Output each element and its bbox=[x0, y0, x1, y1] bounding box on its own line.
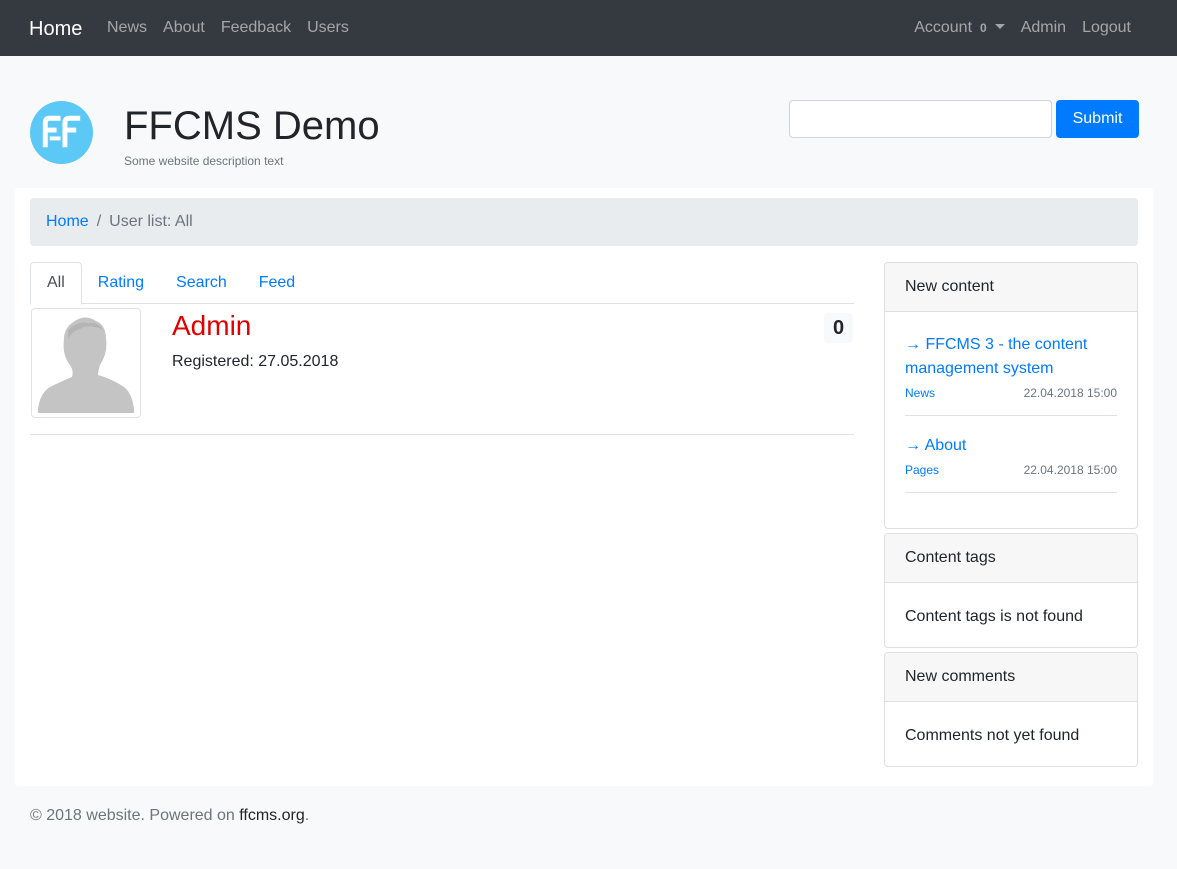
user-name-link[interactable]: Admin bbox=[172, 310, 251, 342]
nav-link-logout[interactable]: Logout bbox=[1082, 18, 1131, 38]
list-item: Admin Registered: 27.05.2018 0 bbox=[30, 308, 854, 435]
footer: © 2018 website. Powered on ffcms.org. bbox=[30, 806, 309, 826]
caret-down-icon bbox=[994, 24, 1005, 29]
account-badge: 0 bbox=[980, 21, 987, 35]
breadcrumb: Home / User list: All bbox=[30, 198, 1138, 246]
nav-link-users[interactable]: Users bbox=[307, 18, 349, 38]
user-silhouette-icon bbox=[38, 317, 134, 413]
user-list-tabs: All Rating Search Feed bbox=[30, 262, 854, 305]
account-dropdown[interactable]: Account 0 bbox=[914, 18, 1005, 38]
news-item-category[interactable]: Pages bbox=[905, 460, 939, 480]
new-content-card: New content → FFCMS 3 - the content mana… bbox=[884, 262, 1138, 529]
account-label: Account bbox=[914, 19, 973, 36]
new-content-header: New content bbox=[885, 263, 1137, 312]
site-description: Some website description text bbox=[124, 154, 284, 168]
nav-link-about[interactable]: About bbox=[163, 18, 205, 38]
news-item-date: 22.04.2018 15:00 bbox=[1023, 463, 1117, 477]
tab-rating[interactable]: Rating bbox=[82, 262, 160, 304]
breadcrumb-home-link[interactable]: Home bbox=[46, 213, 89, 231]
new-content-body: → FFCMS 3 - the content management syste… bbox=[885, 312, 1137, 493]
navbar-right-links: Account 0 Admin Logout bbox=[914, 18, 1131, 38]
news-item-date: 22.04.2018 15:00 bbox=[1023, 386, 1117, 400]
tab-all[interactable]: All bbox=[30, 262, 82, 305]
news-item-link[interactable]: → FFCMS 3 - the content management syste… bbox=[905, 333, 1117, 381]
content-tags-text: Content tags is not found bbox=[905, 608, 1083, 625]
search-submit-button[interactable]: Submit bbox=[1056, 100, 1139, 138]
new-comments-text: Comments not yet found bbox=[905, 727, 1080, 744]
content-tags-header: Content tags bbox=[885, 534, 1137, 583]
news-item-link[interactable]: → About bbox=[905, 434, 1117, 458]
search-input[interactable] bbox=[789, 100, 1052, 138]
navbar-left-links: News About Feedback Users bbox=[107, 18, 349, 38]
user-rating-badge: 0 bbox=[824, 313, 853, 343]
footer-ffcms-link[interactable]: ffcms.org bbox=[239, 807, 305, 824]
news-item: → FFCMS 3 - the content management syste… bbox=[905, 333, 1117, 416]
top-navbar: Home News About Feedback Users Account 0 … bbox=[0, 0, 1177, 56]
footer-copyright: © 2018 website. Powered on bbox=[30, 807, 240, 824]
new-comments-header: New comments bbox=[885, 653, 1137, 702]
site-logo bbox=[30, 101, 93, 164]
navbar-brand-home[interactable]: Home bbox=[29, 17, 82, 41]
user-registered-date: Registered: 27.05.2018 bbox=[172, 353, 339, 370]
main-container: Home / User list: All All Rating Search … bbox=[15, 188, 1153, 786]
avatar[interactable] bbox=[31, 308, 141, 418]
tab-feed[interactable]: Feed bbox=[243, 262, 311, 304]
nav-link-admin[interactable]: Admin bbox=[1021, 18, 1066, 38]
breadcrumb-current: User list: All bbox=[109, 213, 193, 230]
nav-link-feedback[interactable]: Feedback bbox=[221, 18, 291, 38]
content-tags-card: Content tags Content tags is not found bbox=[884, 533, 1138, 648]
nav-link-news[interactable]: News bbox=[107, 18, 147, 38]
news-item-category[interactable]: News bbox=[905, 383, 935, 403]
news-item: → About Pages 22.04.2018 15:00 bbox=[905, 434, 1117, 493]
footer-suffix: . bbox=[304, 807, 310, 824]
tab-search[interactable]: Search bbox=[160, 262, 243, 304]
breadcrumb-separator: / bbox=[96, 213, 102, 230]
site-title: FFCMS Demo bbox=[124, 104, 380, 148]
new-comments-card: New comments Comments not yet found bbox=[884, 652, 1138, 767]
